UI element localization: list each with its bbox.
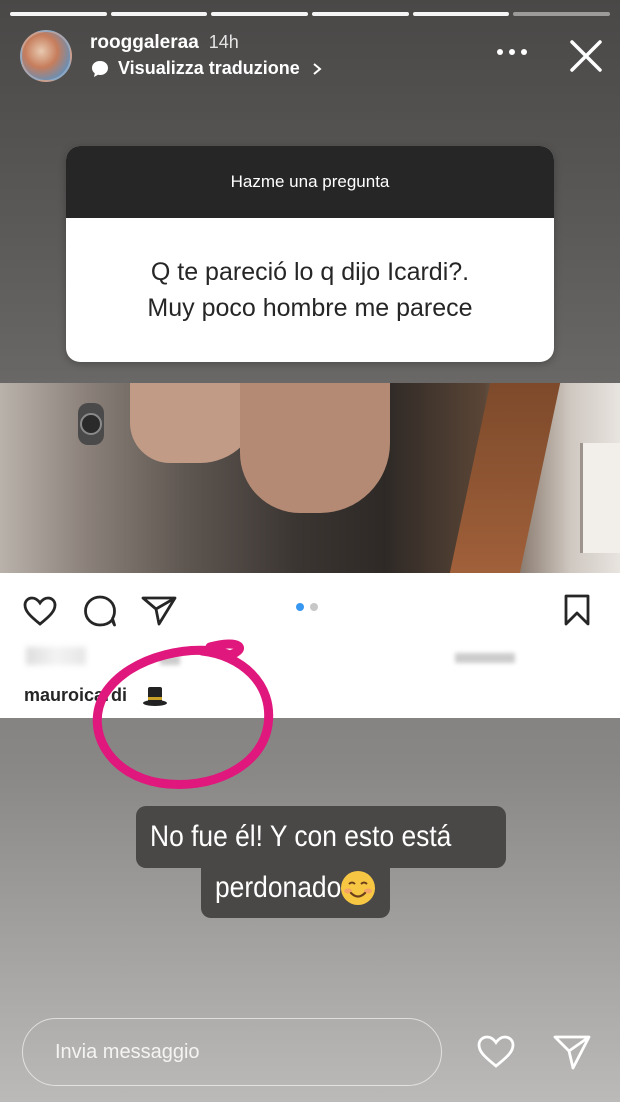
question-heading: Hazme una pregunta <box>66 146 554 218</box>
progress-segment <box>412 12 510 16</box>
share-icon[interactable] <box>140 595 178 627</box>
sticker-text-line1: No fue él! Y con esto está <box>150 820 452 853</box>
carousel-dot-active <box>296 603 304 611</box>
chevron-right-icon <box>313 62 322 75</box>
translate-bubble-icon <box>92 60 108 77</box>
watch-graphic <box>78 403 104 445</box>
progress-segment <box>10 12 107 16</box>
user-line: rooggaleraa 14h <box>90 32 239 54</box>
highlight-circle <box>92 639 274 789</box>
smiling-face-icon <box>341 871 376 905</box>
progress-segment <box>211 12 309 16</box>
heart-icon[interactable] <box>22 595 58 627</box>
timestamp: 14h <box>208 32 239 52</box>
progress-segment <box>110 12 208 16</box>
translate-link[interactable]: Visualizza traduzione <box>90 58 322 79</box>
progress-segment <box>312 12 409 16</box>
comment-icon[interactable] <box>82 594 118 628</box>
progress-segment <box>513 12 611 16</box>
sticker-text-line2: perdonado <box>215 871 342 904</box>
shared-post-photo[interactable] <box>0 383 620 573</box>
question-body: Q te pareció lo q dijo Icardi?. Muy poco… <box>66 218 554 362</box>
question-sticker: Hazme una pregunta Q te pareció lo q dij… <box>66 146 554 362</box>
blurred-text <box>455 653 515 663</box>
close-icon[interactable] <box>566 36 606 76</box>
question-text-line: Q te pareció lo q dijo Icardi?. <box>150 258 470 286</box>
blurred-likes <box>26 647 86 665</box>
carousel-indicator <box>296 603 318 611</box>
photo-hand-right <box>240 383 390 513</box>
message-input[interactable] <box>23 1019 441 1085</box>
reply-bar[interactable] <box>22 1018 442 1086</box>
photo-panel <box>580 443 620 553</box>
avatar[interactable] <box>20 30 72 82</box>
send-icon[interactable] <box>552 1032 592 1072</box>
bookmark-icon[interactable] <box>562 593 592 627</box>
username[interactable]: rooggaleraa <box>90 32 199 54</box>
story-progress-bar <box>10 12 611 16</box>
text-sticker-line2: perdonado <box>201 858 391 918</box>
carousel-dot <box>310 603 318 611</box>
question-text-line: Muy poco hombre me parece <box>147 294 473 322</box>
more-dots-icon[interactable] <box>494 42 530 62</box>
translate-label: Visualizza traduzione <box>118 58 300 78</box>
photo-hair <box>449 383 561 573</box>
story-header: rooggaleraa 14h Visualizza traduzione <box>20 28 610 88</box>
like-story-heart-icon[interactable] <box>476 1034 516 1070</box>
